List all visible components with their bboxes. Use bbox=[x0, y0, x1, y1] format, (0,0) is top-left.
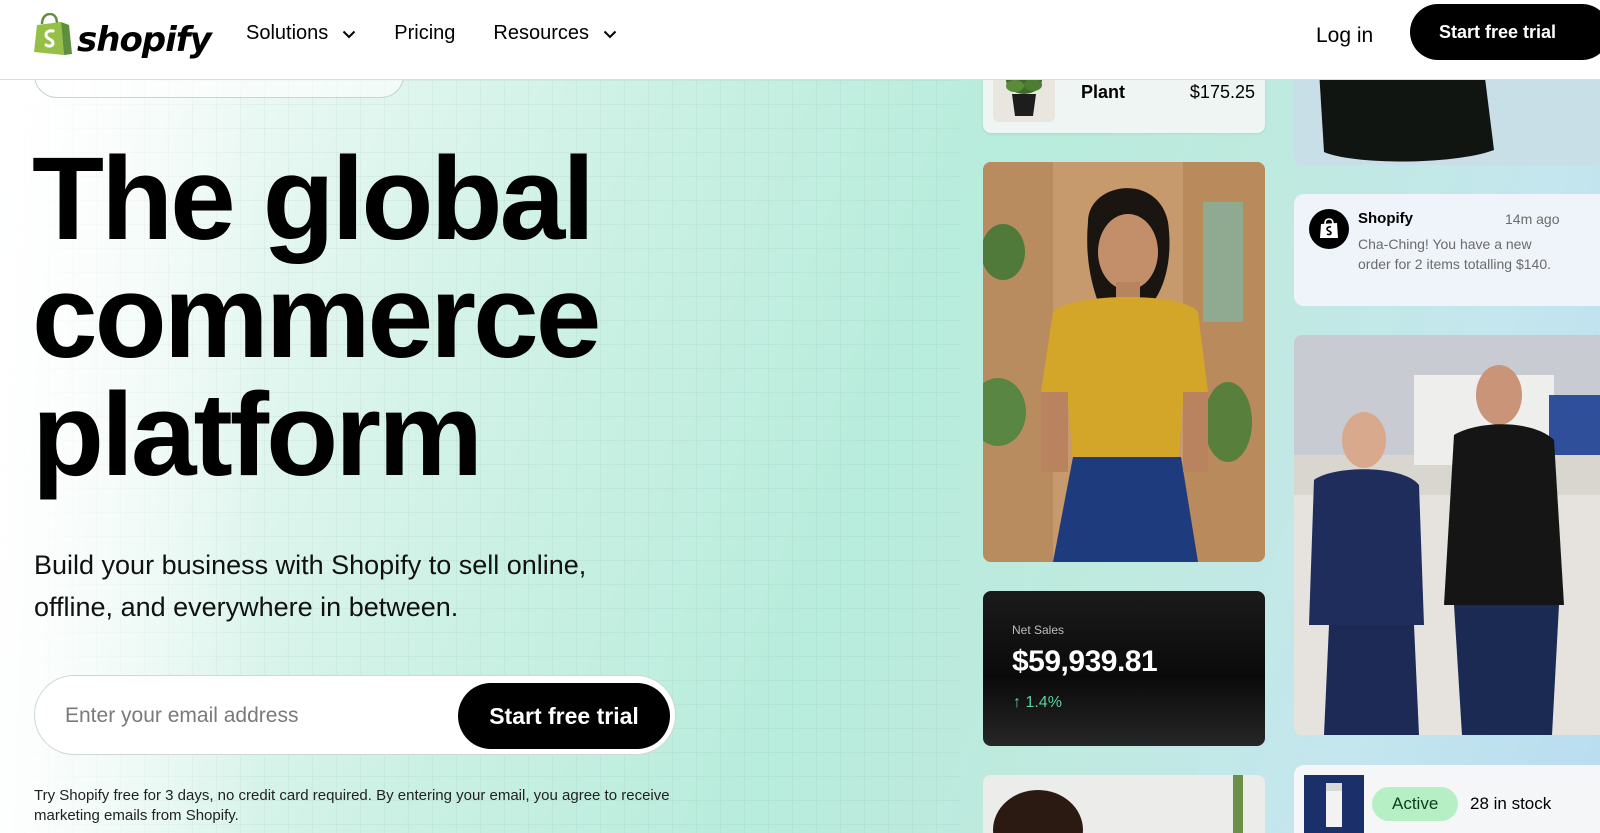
chevron-down-icon bbox=[603, 22, 617, 45]
shopify-logo[interactable]: shopify bbox=[34, 12, 212, 62]
site-header: shopify Solutions Pricing Resources Log … bbox=[0, 0, 1600, 80]
header-start-trial-button[interactable]: Start free trial bbox=[1410, 4, 1600, 60]
stock-count: 28 in stock bbox=[1470, 794, 1552, 813]
nav-resources-label: Resources bbox=[493, 22, 590, 44]
hero-subtitle: Build your business with Shopify to sell… bbox=[34, 544, 654, 628]
hero-title: The global commerce platform bbox=[32, 140, 732, 494]
login-link[interactable]: Log in bbox=[1316, 24, 1373, 48]
hero-title-line: The global bbox=[32, 133, 595, 265]
signup-disclaimer: Try Shopify free for 3 days, no credit c… bbox=[34, 787, 670, 824]
merchant-photo-top-right bbox=[1294, 70, 1600, 165]
inventory-product-thumbnail bbox=[1304, 775, 1364, 833]
inventory-card: Active 28 in stock bbox=[1294, 765, 1600, 833]
hero-title-line: commerce bbox=[32, 251, 601, 383]
hero-title-line: platform bbox=[32, 369, 483, 501]
merchant-photo-men bbox=[1294, 335, 1600, 735]
shopify-bag-icon bbox=[1309, 209, 1349, 249]
email-input[interactable] bbox=[65, 699, 445, 733]
notification-time: 14m ago bbox=[1505, 211, 1560, 227]
signup-form: Start free trial bbox=[34, 675, 676, 755]
order-notification: Shopify 14m ago Cha-Ching! You have a ne… bbox=[1294, 194, 1600, 306]
net-sales-change: ↑ 1.4% bbox=[1013, 694, 1062, 712]
net-sales-value: $59,939.81 bbox=[1012, 645, 1158, 678]
notification-sender: Shopify bbox=[1358, 210, 1413, 227]
main-nav: Solutions Pricing Resources bbox=[246, 22, 617, 45]
nav-resources[interactable]: Resources bbox=[493, 22, 617, 45]
net-sales-card: Net Sales $59,939.81 ↑ 1.4% bbox=[983, 591, 1265, 746]
net-sales-label: Net Sales bbox=[1012, 623, 1065, 637]
arrow-up-icon: ↑ bbox=[1013, 694, 1021, 711]
merchant-photo-bottom bbox=[983, 775, 1265, 833]
net-sales-change-value: 1.4% bbox=[1025, 694, 1062, 711]
nav-solutions[interactable]: Solutions bbox=[246, 22, 356, 45]
shopify-bag-icon bbox=[34, 12, 72, 62]
hero-subtitle-line: Build your business with Shopify to sell… bbox=[34, 550, 587, 580]
product-name: Plant bbox=[1081, 82, 1126, 102]
status-badge: Active bbox=[1372, 787, 1459, 821]
hero-subtitle-line: offline, and everywhere in between. bbox=[34, 592, 459, 622]
nav-solutions-label: Solutions bbox=[246, 22, 329, 44]
merchant-photo-woman bbox=[983, 162, 1265, 562]
logo-wordmark: shopify bbox=[77, 19, 212, 60]
product-price: $175.25 bbox=[1189, 82, 1255, 102]
nav-pricing[interactable]: Pricing bbox=[394, 22, 455, 45]
nav-pricing-label: Pricing bbox=[394, 22, 456, 44]
notification-message: Cha-Ching! You have a new order for 2 it… bbox=[1358, 236, 1551, 272]
chevron-down-icon bbox=[342, 22, 356, 45]
start-trial-button[interactable]: Start free trial bbox=[458, 683, 670, 749]
